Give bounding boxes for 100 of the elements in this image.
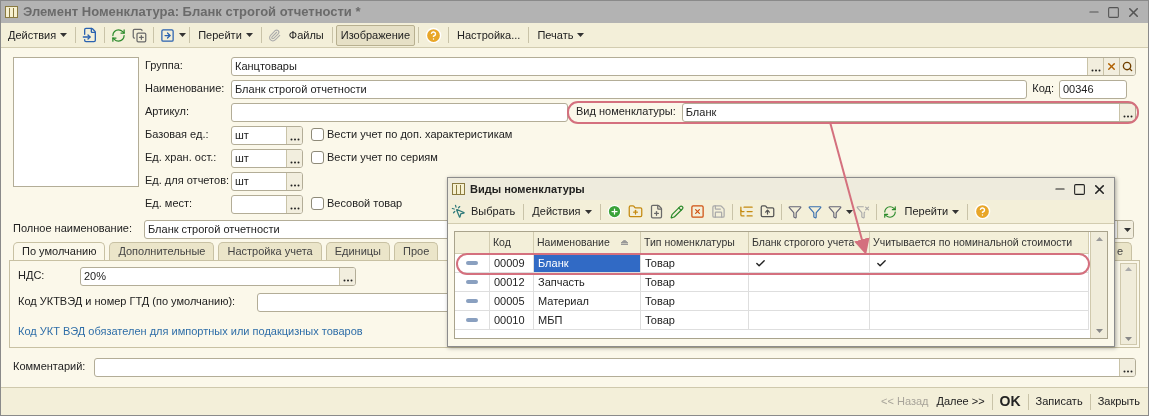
table-cell[interactable]: МБП [534,311,641,329]
column-header[interactable]: Тип номенклатуры [641,232,749,253]
field-label: Базовая ед.: [145,127,210,142]
clear-button[interactable] [1103,58,1119,75]
copy-icon[interactable] [132,27,148,43]
table-cell[interactable]: Материал [534,292,641,310]
filter-icon[interactable] [827,204,842,219]
text-field[interactable] [231,195,303,214]
text-field[interactable]: Бланк строгой отчетности [231,80,1028,99]
delete-icon[interactable] [689,204,705,219]
dialog-button[interactable]: Далее >> [932,393,989,410]
info-text: Код УКТ ВЭД обязателен для импортных или подакцизных товаров [18,324,363,339]
choose-button[interactable] [286,196,302,213]
toolbar-button[interactable]: Изображение [335,24,416,46]
text-field[interactable] [94,358,1136,377]
ellipsis-icon [289,184,300,187]
edit-icon[interactable] [669,204,684,219]
field-label: Вид номенклатуры: [576,104,676,119]
maximize-icon[interactable] [1073,182,1086,196]
refresh-icon[interactable] [882,204,897,219]
tab[interactable]: Дополнительные [109,242,215,260]
text-field[interactable]: Бланк [681,103,1136,122]
filter-icon[interactable] [807,204,822,219]
window-icon [5,6,18,18]
field-label: Полное наименование: [13,221,133,236]
toolbar-button[interactable]: Настройка... [452,24,526,46]
choose-button[interactable] [1087,58,1103,75]
choose-button[interactable] [286,173,302,190]
add-icon[interactable] [606,204,622,219]
toolbar-button[interactable]: Файлы [283,24,329,46]
hierarchy-icon[interactable] [738,204,754,219]
clear-filter-icon[interactable] [855,204,870,219]
toolbar-button[interactable]: Перейти [193,24,258,46]
field-label: Группа: [145,58,184,73]
scroll-down-icon[interactable] [1125,337,1132,341]
field-label: Ед. мест: [145,196,194,211]
scroll-up-icon[interactable] [1125,267,1132,271]
ellipsis-icon [1122,370,1133,373]
scroll-up-icon[interactable] [1095,237,1103,241]
help-icon[interactable] [425,26,443,44]
ellipsis-icon [1122,115,1133,118]
field-value: шт [235,128,249,144]
tab[interactable]: Прое [394,242,439,260]
text-field[interactable]: шт [231,126,303,145]
search-button[interactable] [1119,58,1135,75]
help-icon[interactable] [974,203,992,220]
text-field[interactable] [231,103,568,122]
select-icon[interactable] [451,204,466,219]
search-icon [1122,61,1133,72]
toolbar-button[interactable]: Действия [527,201,597,222]
table-cell[interactable]: Запчасть [534,273,641,291]
choose-button[interactable] [1119,359,1135,376]
column-header[interactable]: Бланк строгого учета [749,232,870,253]
field-value: 00346 [1063,82,1094,98]
window-title: Виды номенклатуры [470,181,585,197]
column-header[interactable]: Учитывается по номинальной стоимости [870,232,1089,253]
ellipsis-icon [289,161,300,164]
ellipsis-icon [289,138,300,141]
dialog-button[interactable]: Записать [1031,393,1087,410]
text-field[interactable]: Канцтовары [231,57,1136,76]
choose-button[interactable] [286,127,302,144]
choose-button[interactable] [339,268,355,285]
checkbox-label: Вести учет по сериям [327,150,438,165]
choose-button[interactable] [1119,104,1135,121]
field-value: шт [235,174,249,190]
text-field[interactable]: шт [231,149,303,168]
checkbox[interactable] [311,150,324,164]
toolbar-button[interactable]: Действия [3,24,73,46]
text-field[interactable]: 20% [80,267,356,286]
dropdown-button[interactable] [1117,221,1133,238]
tab[interactable]: Настройка учета [218,242,322,260]
toolbar-button[interactable]: Перейти [899,201,965,222]
checkbox[interactable] [311,196,324,210]
folder-up-icon[interactable] [759,204,775,219]
save-icon[interactable] [82,27,99,43]
filter-icon[interactable] [787,204,802,219]
ellipsis-icon [342,279,353,282]
column-header[interactable]: Код [490,232,534,253]
tab[interactable]: Единицы [325,242,391,260]
caret-icon [845,209,853,214]
text-field[interactable]: 00346 [1059,80,1127,99]
toolbar-button[interactable]: Выбрать [466,201,521,222]
add-folder-icon[interactable] [627,204,643,219]
dialog-button[interactable]: Закрыть [1093,393,1144,410]
caret-icon [1124,227,1131,232]
check-icon [755,257,766,269]
caret-icon [584,209,592,214]
dialog-button[interactable]: OK [995,391,1025,412]
tab[interactable]: По умолчанию [13,242,106,260]
copy-icon[interactable] [648,204,664,219]
scroll-down-icon[interactable] [1095,329,1103,333]
text-field[interactable]: шт [231,172,303,191]
checkbox[interactable] [311,127,324,141]
choose-button[interactable] [286,150,302,167]
refresh-icon[interactable] [111,27,127,43]
field-value: Канцтовары [235,59,297,75]
toolbar-button[interactable]: Печать [532,24,590,46]
forward-icon[interactable] [160,27,176,43]
column-header[interactable]: Наименование [534,232,641,253]
table-cell: 00010 [490,311,534,329]
